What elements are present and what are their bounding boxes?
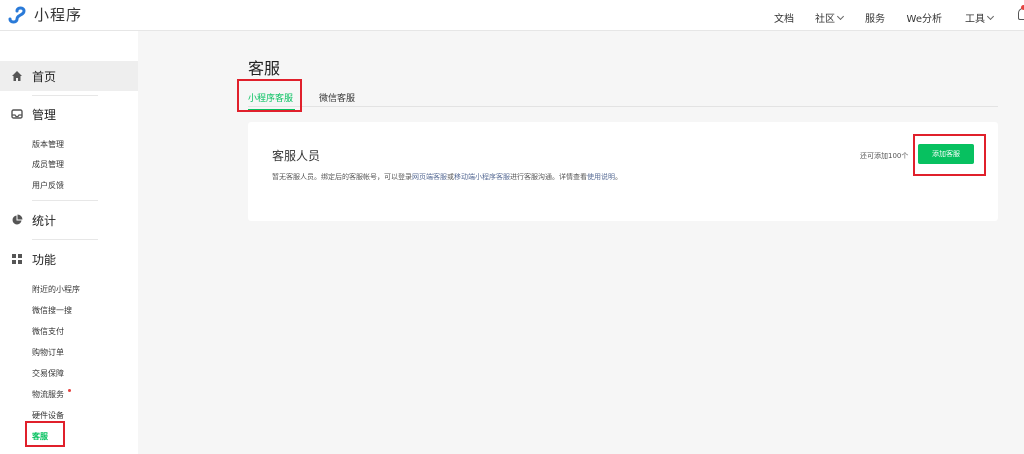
sidebar-item-hardware[interactable]: 硬件设备 — [32, 410, 64, 421]
top-bar: 小程序 文档 社区 服务 We分析 工具 — [0, 0, 1024, 31]
sidebar-item-feedback[interactable]: 用户反馈 — [32, 180, 64, 191]
sidebar-item-home[interactable]: 首页 — [0, 61, 138, 91]
desc-text: 暂无客服人员。绑定后的客服帐号，可以登录 — [272, 173, 412, 181]
nav-tools[interactable]: 工具 — [965, 10, 995, 25]
nav-docs[interactable]: 文档 — [774, 10, 794, 25]
tab-wechat-service[interactable]: 微信客服 — [319, 91, 355, 104]
nav-community[interactable]: 社区 — [815, 10, 845, 25]
sidebar-item-pay[interactable]: 微信支付 — [32, 326, 64, 337]
sidebar-group-manage[interactable]: 管理 — [0, 99, 138, 129]
nav-community-label: 社区 — [815, 14, 835, 25]
brand-name: 小程序 — [34, 6, 83, 24]
nav-service[interactable]: 服务 — [865, 10, 885, 25]
nav-tools-label: 工具 — [965, 14, 985, 25]
service-staff-card: 客服人员 暂无客服人员。绑定后的客服帐号，可以登录网页端客服或移动端小程序客服进… — [248, 122, 998, 221]
home-icon — [12, 71, 22, 81]
pie-chart-icon — [12, 214, 23, 225]
quota-text: 还可添加100个 — [860, 152, 909, 160]
sidebar-group-stats[interactable]: 统计 — [0, 205, 138, 235]
tab-label: 小程序客服 — [248, 94, 294, 104]
web-service-link[interactable]: 网页端客服 — [412, 173, 447, 181]
divider — [32, 200, 98, 201]
sidebar-group-features[interactable]: 功能 — [0, 244, 138, 274]
chevron-down-icon — [986, 12, 995, 20]
page-title: 客服 — [248, 59, 281, 78]
desc-text: 。 — [615, 173, 622, 181]
sidebar: 首页 管理 版本管理 成员管理 用户反馈 统计 功能 附近的小程序 微信搜一搜 … — [0, 31, 138, 454]
miniprogram-logo-icon — [8, 6, 26, 23]
sidebar-item-label: 首页 — [32, 69, 57, 84]
inbox-icon — [11, 109, 23, 119]
sidebar-item-version[interactable]: 版本管理 — [32, 139, 64, 150]
new-badge-dot — [68, 389, 71, 392]
grid-icon — [12, 254, 22, 264]
divider — [32, 95, 98, 96]
tab-bar: 小程序客服 微信客服 — [248, 87, 998, 111]
nav-analytics[interactable]: We分析 — [907, 10, 942, 25]
add-service-button[interactable]: 添加客服 — [918, 144, 974, 164]
sidebar-group-label: 功能 — [32, 252, 57, 267]
chevron-down-icon — [836, 12, 845, 20]
desc-text: 或 — [447, 173, 454, 181]
sidebar-item-nearby[interactable]: 附近的小程序 — [32, 284, 80, 295]
sidebar-group-label: 统计 — [32, 213, 57, 228]
desc-text: 进行客服沟通。详情查看 — [510, 173, 587, 181]
usage-guide-link[interactable]: 使用说明 — [587, 173, 615, 181]
sidebar-item-protection[interactable]: 交易保障 — [32, 368, 64, 379]
tab-active-indicator — [248, 109, 295, 111]
card-title: 客服人员 — [272, 149, 321, 163]
sidebar-item-members[interactable]: 成员管理 — [32, 159, 64, 170]
tab-miniprogram-service[interactable]: 小程序客服 — [248, 91, 295, 111]
sidebar-item-logistics[interactable]: 物流服务 — [32, 389, 64, 400]
mobile-service-link[interactable]: 移动端小程序客服 — [454, 173, 510, 181]
divider — [32, 239, 98, 240]
sidebar-group-label: 管理 — [32, 107, 57, 122]
sidebar-item-customer-service[interactable]: 客服 — [32, 431, 48, 442]
card-description: 暂无客服人员。绑定后的客服帐号，可以登录网页端客服或移动端小程序客服进行客服沟通… — [272, 172, 622, 182]
sidebar-item-orders[interactable]: 购物订单 — [32, 347, 64, 358]
sidebar-item-search[interactable]: 微信搜一搜 — [32, 305, 72, 316]
brand[interactable]: 小程序 — [8, 4, 82, 25]
